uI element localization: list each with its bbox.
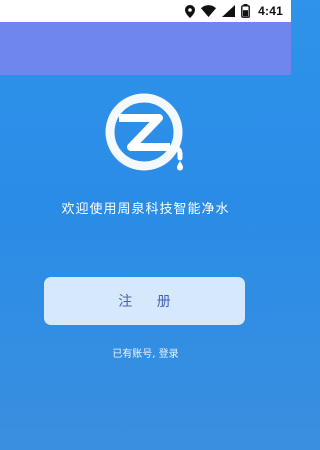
zhouquan-logo-icon [96,92,192,172]
status-bar: 4:41 [0,0,291,22]
wifi-icon [201,5,217,17]
login-link[interactable]: 已有账号, 登录 [0,345,291,360]
status-time: 4:41 [258,4,283,18]
register-button[interactable]: 注 册 [44,277,245,325]
welcome-text: 欢迎使用周泉科技智能净水 [61,202,230,217]
status-icons: 4:41 [185,3,283,19]
app-bar [0,22,291,75]
battery-icon [241,4,251,18]
signal-icon [222,5,236,17]
location-icon [185,4,196,18]
